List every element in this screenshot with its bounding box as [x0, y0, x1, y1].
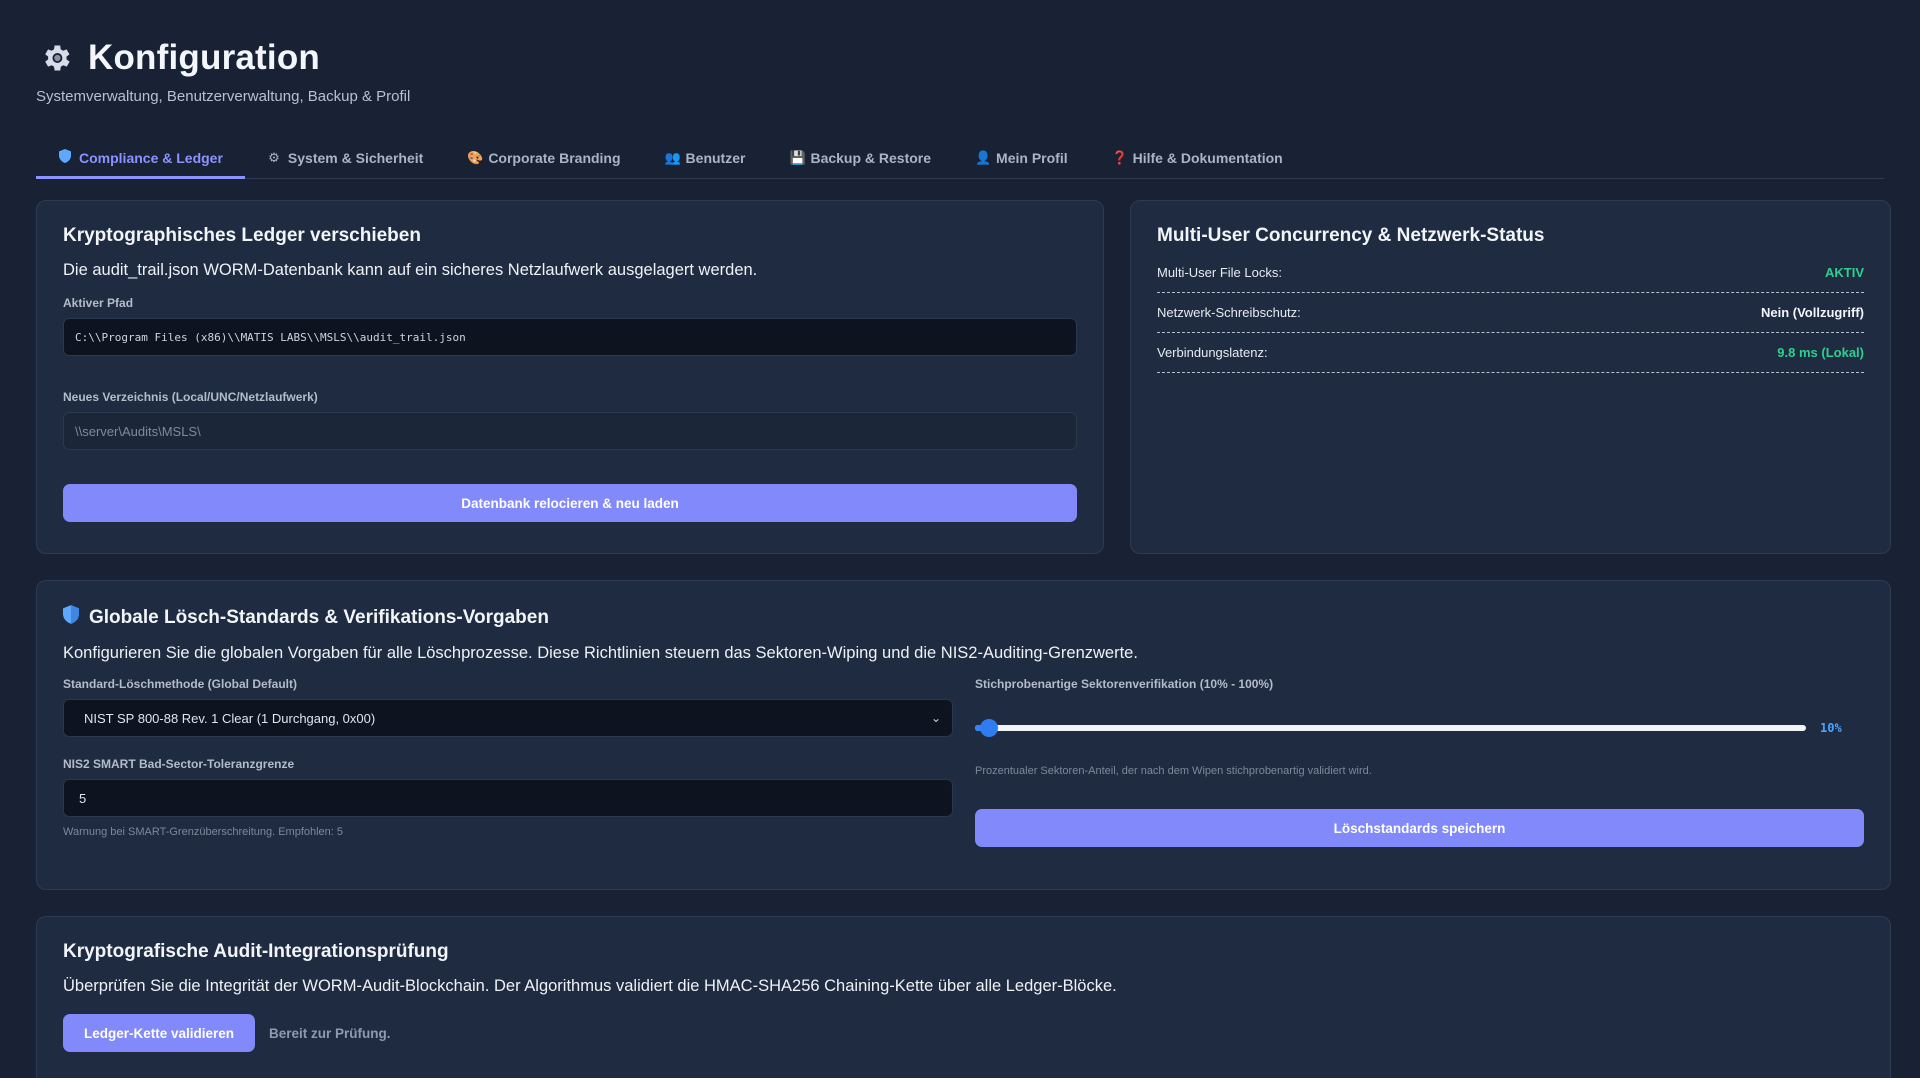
save-wipe-standards-button[interactable]: Löschstandards speichern [975, 809, 1864, 847]
floppy-disk-icon: 💾 [789, 149, 806, 165]
tab-benutzer[interactable]: 👥 Benutzer [643, 139, 768, 179]
tolerance-input[interactable]: 5 [63, 779, 953, 817]
page: Konfiguration Systemverwaltung, Benutzer… [0, 0, 1920, 1078]
network-status-card: Multi-User Concurrency & Netzwerk-Status… [1130, 200, 1891, 554]
wipe-form: Standard-Löschmethode (Global Default) N… [63, 677, 1864, 847]
verification-value: 10% [1820, 721, 1842, 735]
gear-icon: ⚙ [268, 149, 280, 165]
wipe-card-description: Konfigurieren Sie die globalen Vorgaben … [63, 644, 1138, 662]
ledger-card-title: Kryptographisches Ledger verschieben [63, 225, 421, 246]
palette-icon: 🎨 [467, 149, 484, 165]
verification-slider[interactable] [975, 719, 1806, 737]
verification-hint: Prozentualer Sektoren-Anteil, der nach d… [975, 765, 1372, 777]
status-key: Multi-User File Locks: [1157, 265, 1282, 280]
tab-mein-profil[interactable]: 👤 Mein Profil [953, 139, 1090, 179]
status-key: Verbindungslatenz: [1157, 345, 1268, 360]
audit-card-description: Überprüfen Sie die Integrität der WORM-A… [63, 977, 1117, 995]
title-row: Konfiguration [36, 38, 1884, 78]
tab-bar: Compliance & Ledger ⚙ System & Sicherhei… [36, 139, 1884, 179]
active-path-label: Aktiver Pfad [63, 296, 134, 310]
tab-label: Mein Profil [996, 149, 1068, 166]
new-directory-label: Neues Verzeichnis (Local/UNC/Netzlaufwer… [63, 390, 318, 404]
tab-corporate-branding[interactable]: 🎨 Corporate Branding [445, 139, 642, 179]
ledger-card-description: Die audit_trail.json WORM-Datenbank kann… [63, 261, 758, 279]
page-subtitle: Systemverwaltung, Benutzerverwaltung, Ba… [36, 88, 411, 105]
tab-hilfe-dokumentation[interactable]: ❓ Hilfe & Dokumentation [1090, 139, 1305, 179]
user-icon: 👤 [975, 149, 992, 165]
status-value: AKTIV [1825, 265, 1864, 280]
status-value: 9.8 ms (Lokal) [1777, 345, 1864, 360]
audit-integrity-card: Kryptografische Audit-Integrationsprüfun… [36, 916, 1891, 1078]
tab-label: Corporate Branding [488, 149, 621, 166]
gear-icon [36, 38, 76, 78]
wipe-card-title-text: Globale Lösch-Standards & Verifikations-… [89, 606, 549, 628]
tolerance-hint: Warnung bei SMART-Grenzüberschreitung. E… [63, 826, 344, 838]
wipe-method-value: NIST SP 800-88 Rev. 1 Clear (1 Durchgang… [84, 710, 376, 726]
tab-backup-restore[interactable]: 💾 Backup & Restore [767, 139, 953, 179]
status-key: Netzwerk-Schreibschutz: [1157, 305, 1301, 320]
relocate-database-button[interactable]: Datenbank relocieren & neu laden [63, 484, 1077, 522]
active-path-field: C:\\Program Files (x86)\\MATIS LABS\\MSL… [63, 318, 1077, 356]
audit-actions: Ledger-Kette validieren Bereit zur Prüfu… [63, 1014, 1864, 1052]
audit-card-title: Kryptografische Audit-Integrationsprüfun… [63, 941, 449, 962]
users-icon: 👥 [664, 149, 681, 165]
wipe-card-title: Globale Lösch-Standards & Verifikations-… [63, 605, 1864, 630]
validate-ledger-button[interactable]: Ledger-Kette validieren [63, 1014, 255, 1052]
page-header: Konfiguration Systemverwaltung, Benutzer… [36, 0, 1884, 105]
slider-thumb[interactable] [980, 719, 999, 737]
chevron-down-icon: ⌄ [930, 711, 941, 725]
status-row-write-protection: Netzwerk-Schreibschutz: Nein (Vollzugrif… [1157, 293, 1864, 333]
wipe-method-label: Standard-Löschmethode (Global Default) [63, 677, 298, 691]
tab-label: Backup & Restore [810, 149, 932, 166]
verification-slider-row: 10% [975, 719, 1864, 737]
page-title: Konfiguration [88, 38, 320, 77]
ledger-card: Kryptographisches Ledger verschieben Die… [36, 200, 1104, 554]
tab-label: Compliance & Ledger [79, 149, 223, 166]
network-card-title: Multi-User Concurrency & Netzwerk-Status [1157, 225, 1545, 246]
wipe-method-select[interactable]: NIST SP 800-88 Rev. 1 Clear (1 Durchgang… [63, 699, 953, 737]
verification-label: Stichprobenartige Sektorenverifikation (… [975, 677, 1274, 691]
tab-compliance-ledger[interactable]: Compliance & Ledger [36, 139, 245, 179]
wipe-right-column: Stichprobenartige Sektorenverifikation (… [975, 677, 1864, 847]
tab-label: System & Sicherheit [287, 149, 424, 166]
tolerance-label: NIS2 SMART Bad-Sector-Toleranzgrenze [63, 757, 295, 771]
tab-label: Benutzer [685, 149, 746, 166]
shield-icon [58, 149, 72, 166]
status-value: Nein (Vollzugriff) [1760, 305, 1864, 320]
audit-status-text: Bereit zur Prüfung. [269, 1025, 391, 1041]
wipe-left-column: Standard-Löschmethode (Global Default) N… [63, 677, 953, 847]
status-row-latency: Verbindungslatenz: 9.8 ms (Lokal) [1157, 333, 1864, 373]
question-icon: ❓ [1111, 149, 1128, 165]
status-row-file-locks: Multi-User File Locks: AKTIV [1157, 253, 1864, 293]
wipe-standards-card: Globale Lösch-Standards & Verifikations-… [36, 580, 1891, 890]
shield-icon [63, 605, 79, 630]
tab-system-sicherheit[interactable]: ⚙ System & Sicherheit [245, 139, 445, 179]
tab-label: Hilfe & Dokumentation [1132, 149, 1283, 166]
new-directory-input[interactable]: \\server\Audits\MSLS\ [63, 412, 1077, 450]
status-list: Multi-User File Locks: AKTIV Netzwerk-Sc… [1157, 253, 1864, 373]
